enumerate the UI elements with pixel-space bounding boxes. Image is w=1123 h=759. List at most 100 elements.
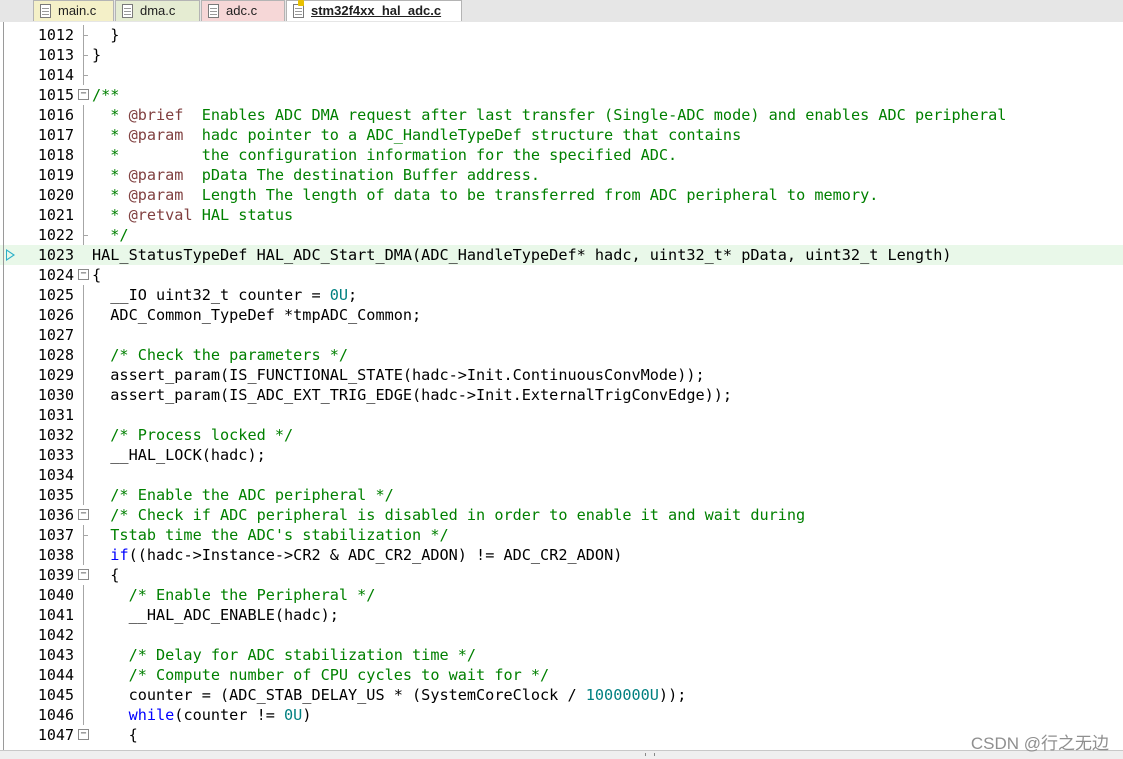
code-line[interactable]: 1028 /* Check the parameters */: [0, 345, 1123, 365]
fold-guide: [83, 545, 84, 565]
code-line[interactable]: 1046 while(counter != 0U): [0, 705, 1123, 725]
code-token: @param: [128, 166, 184, 184]
fold-gutter: [77, 145, 91, 165]
tab-main-c[interactable]: main.c: [33, 0, 114, 21]
tab-adc-c[interactable]: adc.c: [201, 0, 285, 21]
code-line[interactable]: 1034: [0, 465, 1123, 485]
code-line[interactable]: 1047− {: [0, 725, 1123, 745]
fold-gutter: [77, 665, 91, 685]
fold-guide: [83, 465, 84, 485]
collapse-icon[interactable]: −: [78, 509, 89, 520]
scrollbar-grip[interactable]: [645, 753, 655, 756]
fold-gutter: [77, 465, 91, 485]
code-line[interactable]: 1041 __HAL_ADC_ENABLE(hadc);: [0, 605, 1123, 625]
code-line[interactable]: 1021 * @retval HAL status: [0, 205, 1123, 225]
fold-guide: [83, 645, 84, 665]
code-line[interactable]: 1014: [0, 65, 1123, 85]
fold-guide: [83, 185, 84, 205]
code-token: */: [92, 226, 129, 244]
line-number: 1029: [37, 366, 74, 384]
fold-guide: [83, 405, 84, 425]
code-line[interactable]: 1043 /* Delay for ADC stabilization time…: [0, 645, 1123, 665]
code-token: /* Compute number of CPU cycles to wait …: [92, 666, 550, 684]
code-text: * @param Length The length of data to be…: [92, 185, 878, 205]
code-text: while(counter != 0U): [92, 705, 312, 725]
collapse-icon[interactable]: −: [78, 269, 89, 280]
fold-end-tick: [83, 35, 88, 36]
fold-gutter[interactable]: −: [77, 505, 91, 525]
fold-guide: [83, 325, 84, 345]
code-line[interactable]: 1042: [0, 625, 1123, 645]
code-token: }: [92, 26, 120, 44]
modified-marker-icon: [298, 0, 304, 6]
code-line[interactable]: 1022 */: [0, 225, 1123, 245]
fold-gutter: [77, 385, 91, 405]
fold-gutter: [77, 325, 91, 345]
fold-gutter: [77, 485, 91, 505]
line-number: 1025: [37, 286, 74, 304]
line-number: 1033: [37, 446, 74, 464]
code-line[interactable]: 1032 /* Process locked */: [0, 425, 1123, 445]
code-line[interactable]: 1037 Tstab time the ADC's stabilization …: [0, 525, 1123, 545]
code-line[interactable]: 1033 __HAL_LOCK(hadc);: [0, 445, 1123, 465]
code-text: */: [92, 225, 129, 245]
line-number: 1012: [37, 26, 74, 44]
code-line[interactable]: 1025 __IO uint32_t counter = 0U;: [0, 285, 1123, 305]
tab-dma-c[interactable]: dma.c: [115, 0, 200, 21]
code-line[interactable]: 1020 * @param Length The length of data …: [0, 185, 1123, 205]
collapse-icon[interactable]: −: [78, 569, 89, 580]
code-text: /* Compute number of CPU cycles to wait …: [92, 665, 550, 685]
fold-gutter: [77, 545, 91, 565]
fold-gutter[interactable]: −: [77, 725, 91, 745]
code-line[interactable]: 1015−/**: [0, 85, 1123, 105]
code-line[interactable]: 1019 * @param pData The destination Buff…: [0, 165, 1123, 185]
fold-gutter: [77, 245, 91, 265]
fold-guide: [83, 445, 84, 465]
fold-gutter[interactable]: −: [77, 565, 91, 585]
code-line[interactable]: 1035 /* Enable the ADC peripheral */: [0, 485, 1123, 505]
code-line[interactable]: 1036− /* Check if ADC peripheral is disa…: [0, 505, 1123, 525]
code-line[interactable]: 1044 /* Compute number of CPU cycles to …: [0, 665, 1123, 685]
code-line[interactable]: 1027: [0, 325, 1123, 345]
fold-guide: [83, 705, 84, 725]
code-text: /**: [92, 85, 119, 105]
code-line[interactable]: 1016 * @brief Enables ADC DMA request af…: [0, 105, 1123, 125]
line-number: 1018: [37, 146, 74, 164]
collapse-icon[interactable]: −: [78, 729, 89, 740]
fold-gutter: [77, 705, 91, 725]
code-token: assert_param(IS_FUNCTIONAL_STATE(hadc->I…: [92, 366, 705, 384]
code-line[interactable]: 1013}: [0, 45, 1123, 65]
fold-guide: [83, 345, 84, 365]
code-token: /**: [92, 86, 120, 104]
code-line[interactable]: 1023 HAL_StatusTypeDef HAL_ADC_Start_DMA(…: [0, 245, 1123, 265]
code-line[interactable]: 1030 assert_param(IS_ADC_EXT_TRIG_EDGE(h…: [0, 385, 1123, 405]
code-text: __IO uint32_t counter = 0U;: [92, 285, 357, 305]
fold-guide: [83, 585, 84, 605]
fold-gutter[interactable]: −: [77, 85, 91, 105]
collapse-icon[interactable]: −: [78, 89, 89, 100]
fold-guide: [83, 285, 84, 305]
code-line[interactable]: 1024−{: [0, 265, 1123, 285]
fold-gutter: [77, 45, 91, 65]
code-line[interactable]: 1026 ADC_Common_TypeDef *tmpADC_Common;: [0, 305, 1123, 325]
fold-guide: [83, 105, 84, 125]
code-text: /* Process locked */: [92, 425, 293, 445]
code-line[interactable]: 1018 * the configuration information for…: [0, 145, 1123, 165]
line-number: 1035: [37, 486, 74, 504]
code-line[interactable]: 1038 if((hadc->Instance->CR2 & ADC_CR2_A…: [0, 545, 1123, 565]
fold-gutter: [77, 625, 91, 645]
code-line[interactable]: 1017 * @param hadc pointer to a ADC_Hand…: [0, 125, 1123, 145]
line-number: 1046: [37, 706, 74, 724]
code-line[interactable]: 1039− {: [0, 565, 1123, 585]
code-editor[interactable]: 1012 } 1013} 1014 1015−/** 1016 * @brief Ena…: [0, 22, 1123, 750]
code-line[interactable]: 1012 }: [0, 25, 1123, 45]
code-line[interactable]: 1045 counter = (ADC_STAB_DELAY_US * (Sys…: [0, 685, 1123, 705]
code-line[interactable]: 1031: [0, 405, 1123, 425]
c-file-icon: [293, 4, 304, 18]
fold-gutter[interactable]: −: [77, 265, 91, 285]
tab-stm32f4xx_hal_adc-c[interactable]: stm32f4xx_hal_adc.c: [286, 0, 462, 21]
code-text: * @brief Enables ADC DMA request after l…: [92, 105, 1006, 125]
code-line[interactable]: 1029 assert_param(IS_FUNCTIONAL_STATE(ha…: [0, 365, 1123, 385]
fold-gutter: [77, 185, 91, 205]
code-line[interactable]: 1040 /* Enable the Peripheral */: [0, 585, 1123, 605]
